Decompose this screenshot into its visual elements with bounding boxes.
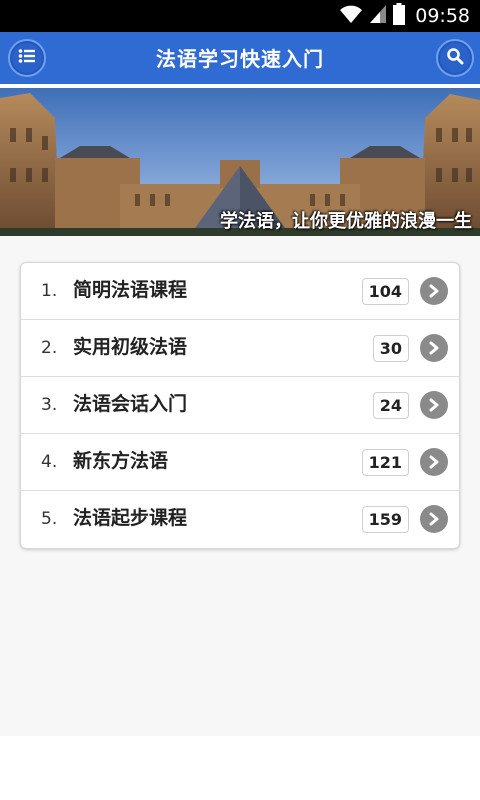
- search-button[interactable]: [436, 39, 474, 77]
- chevron-right-icon[interactable]: [420, 277, 448, 305]
- banner-image: 学法语，让你更优雅的浪漫一生: [0, 88, 480, 236]
- content-area: 1. 简明法语课程 104 2. 实用初级法语 30 3. 法语会话入门 24 …: [0, 236, 480, 736]
- banner-caption: 学法语，让你更优雅的浪漫一生: [220, 211, 472, 232]
- list-item[interactable]: 1. 简明法语课程 104: [21, 263, 459, 320]
- item-label: 实用初级法语: [73, 336, 188, 358]
- signal-icon: [369, 4, 387, 28]
- list-item[interactable]: 4. 新东方法语 121: [21, 434, 459, 491]
- item-number: 1.: [41, 281, 58, 301]
- search-icon: [446, 47, 464, 69]
- item-number: 5.: [41, 509, 58, 529]
- lesson-list: 1. 简明法语课程 104 2. 实用初级法语 30 3. 法语会话入门 24 …: [20, 262, 460, 549]
- battery-icon: [393, 3, 406, 29]
- count-badge: 24: [372, 392, 409, 419]
- count-badge: 159: [361, 506, 409, 533]
- wifi-icon: [339, 4, 363, 28]
- status-bar: 09:58: [0, 0, 480, 32]
- status-time: 09:58: [415, 5, 470, 27]
- status-icons: 09:58: [339, 3, 470, 29]
- item-label: 新东方法语: [73, 450, 169, 472]
- chevron-right-icon[interactable]: [420, 448, 448, 476]
- item-label: 法语起步课程: [73, 507, 188, 529]
- list-icon: [18, 48, 36, 68]
- count-badge: 121: [361, 449, 409, 476]
- menu-button[interactable]: [8, 39, 46, 77]
- chevron-right-icon[interactable]: [420, 334, 448, 362]
- item-number: 2.: [41, 338, 58, 358]
- page-title: 法语学习快速入门: [156, 47, 324, 71]
- app-bar: 法语学习快速入门: [0, 32, 480, 86]
- count-badge: 104: [361, 278, 409, 305]
- list-item[interactable]: 2. 实用初级法语 30: [21, 320, 459, 377]
- count-badge: 30: [372, 335, 409, 362]
- item-label: 法语会话入门: [73, 393, 188, 415]
- chevron-right-icon[interactable]: [420, 391, 448, 419]
- item-label: 简明法语课程: [73, 279, 188, 301]
- list-item[interactable]: 3. 法语会话入门 24: [21, 377, 459, 434]
- item-number: 3.: [41, 395, 58, 415]
- chevron-right-icon[interactable]: [420, 505, 448, 533]
- item-number: 4.: [41, 452, 58, 472]
- list-item[interactable]: 5. 法语起步课程 159: [21, 491, 459, 548]
